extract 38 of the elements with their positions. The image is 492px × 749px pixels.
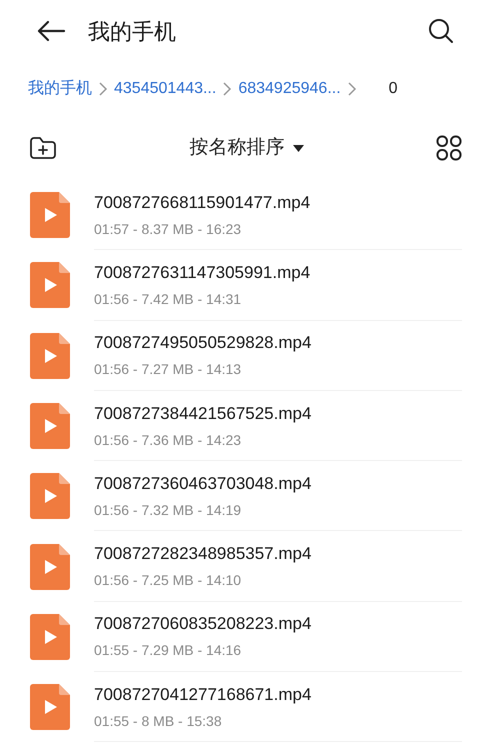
video-file-icon: [30, 473, 70, 520]
file-details: 01:56 - 7.42 MB - 14:31: [94, 290, 242, 308]
file-name[interactable]: 7008727041277168671.mp4: [94, 684, 462, 706]
file-details: 01:55 - 8 MB - 15:38: [94, 712, 223, 730]
file-details: 01:56 - 7.25 MB - 14:10: [94, 571, 242, 590]
video-file-icon: [30, 192, 70, 238]
grid-view-icon[interactable]: [436, 135, 462, 161]
file-details: 01:56 - 7.27 MB - 14:13: [94, 360, 242, 378]
video-file-icon: [30, 262, 70, 308]
video-file-icon: [30, 403, 70, 450]
search-icon[interactable]: [428, 18, 454, 44]
file-name[interactable]: 7008727495050529828.mp4: [94, 332, 462, 354]
file-name[interactable]: 7008727631147305991.mp4: [94, 262, 462, 284]
video-file-icon: [30, 614, 70, 660]
file-details: 01:56 - 7.36 MB - 14:23: [94, 430, 242, 449]
file-details: 01:55 - 7.29 MB - 14:16: [94, 641, 242, 660]
file-name[interactable]: 7008727384421567525.mp4: [94, 402, 462, 425]
breadcrumb-item[interactable]: 我的手机: [28, 77, 92, 101]
chevron-icon: [346, 81, 357, 97]
video-file-icon: [30, 544, 70, 590]
breadcrumb-item[interactable]: 0: [388, 77, 398, 101]
breadcrumb-item[interactable]: 6834925946...: [238, 77, 341, 101]
page-title: 我的手机: [88, 18, 176, 46]
chevron-icon: [222, 81, 232, 97]
caret-icon: [292, 144, 304, 152]
file-name[interactable]: 7008727360463703048.mp4: [94, 472, 462, 495]
file-name[interactable]: 7008727060835208223.mp4: [94, 613, 462, 636]
file-details: 01:57 - 8.37 MB - 16:23: [94, 220, 242, 238]
video-file-icon: [30, 332, 70, 379]
file-name[interactable]: 7008727282348985357.mp4: [94, 543, 462, 566]
file-details: 01:56 - 7.32 MB - 14:19: [94, 500, 242, 519]
file-name[interactable]: 7008727668115901477.mp4: [94, 192, 462, 214]
new-folder-icon[interactable]: [29, 136, 57, 160]
breadcrumb-item[interactable]: 4354501443...: [114, 77, 216, 101]
back-arrow-icon[interactable]: [36, 20, 66, 42]
chevron-icon: [98, 81, 108, 97]
sort-dropdown[interactable]: 按名称排序: [190, 134, 304, 162]
video-file-icon: [30, 684, 70, 730]
